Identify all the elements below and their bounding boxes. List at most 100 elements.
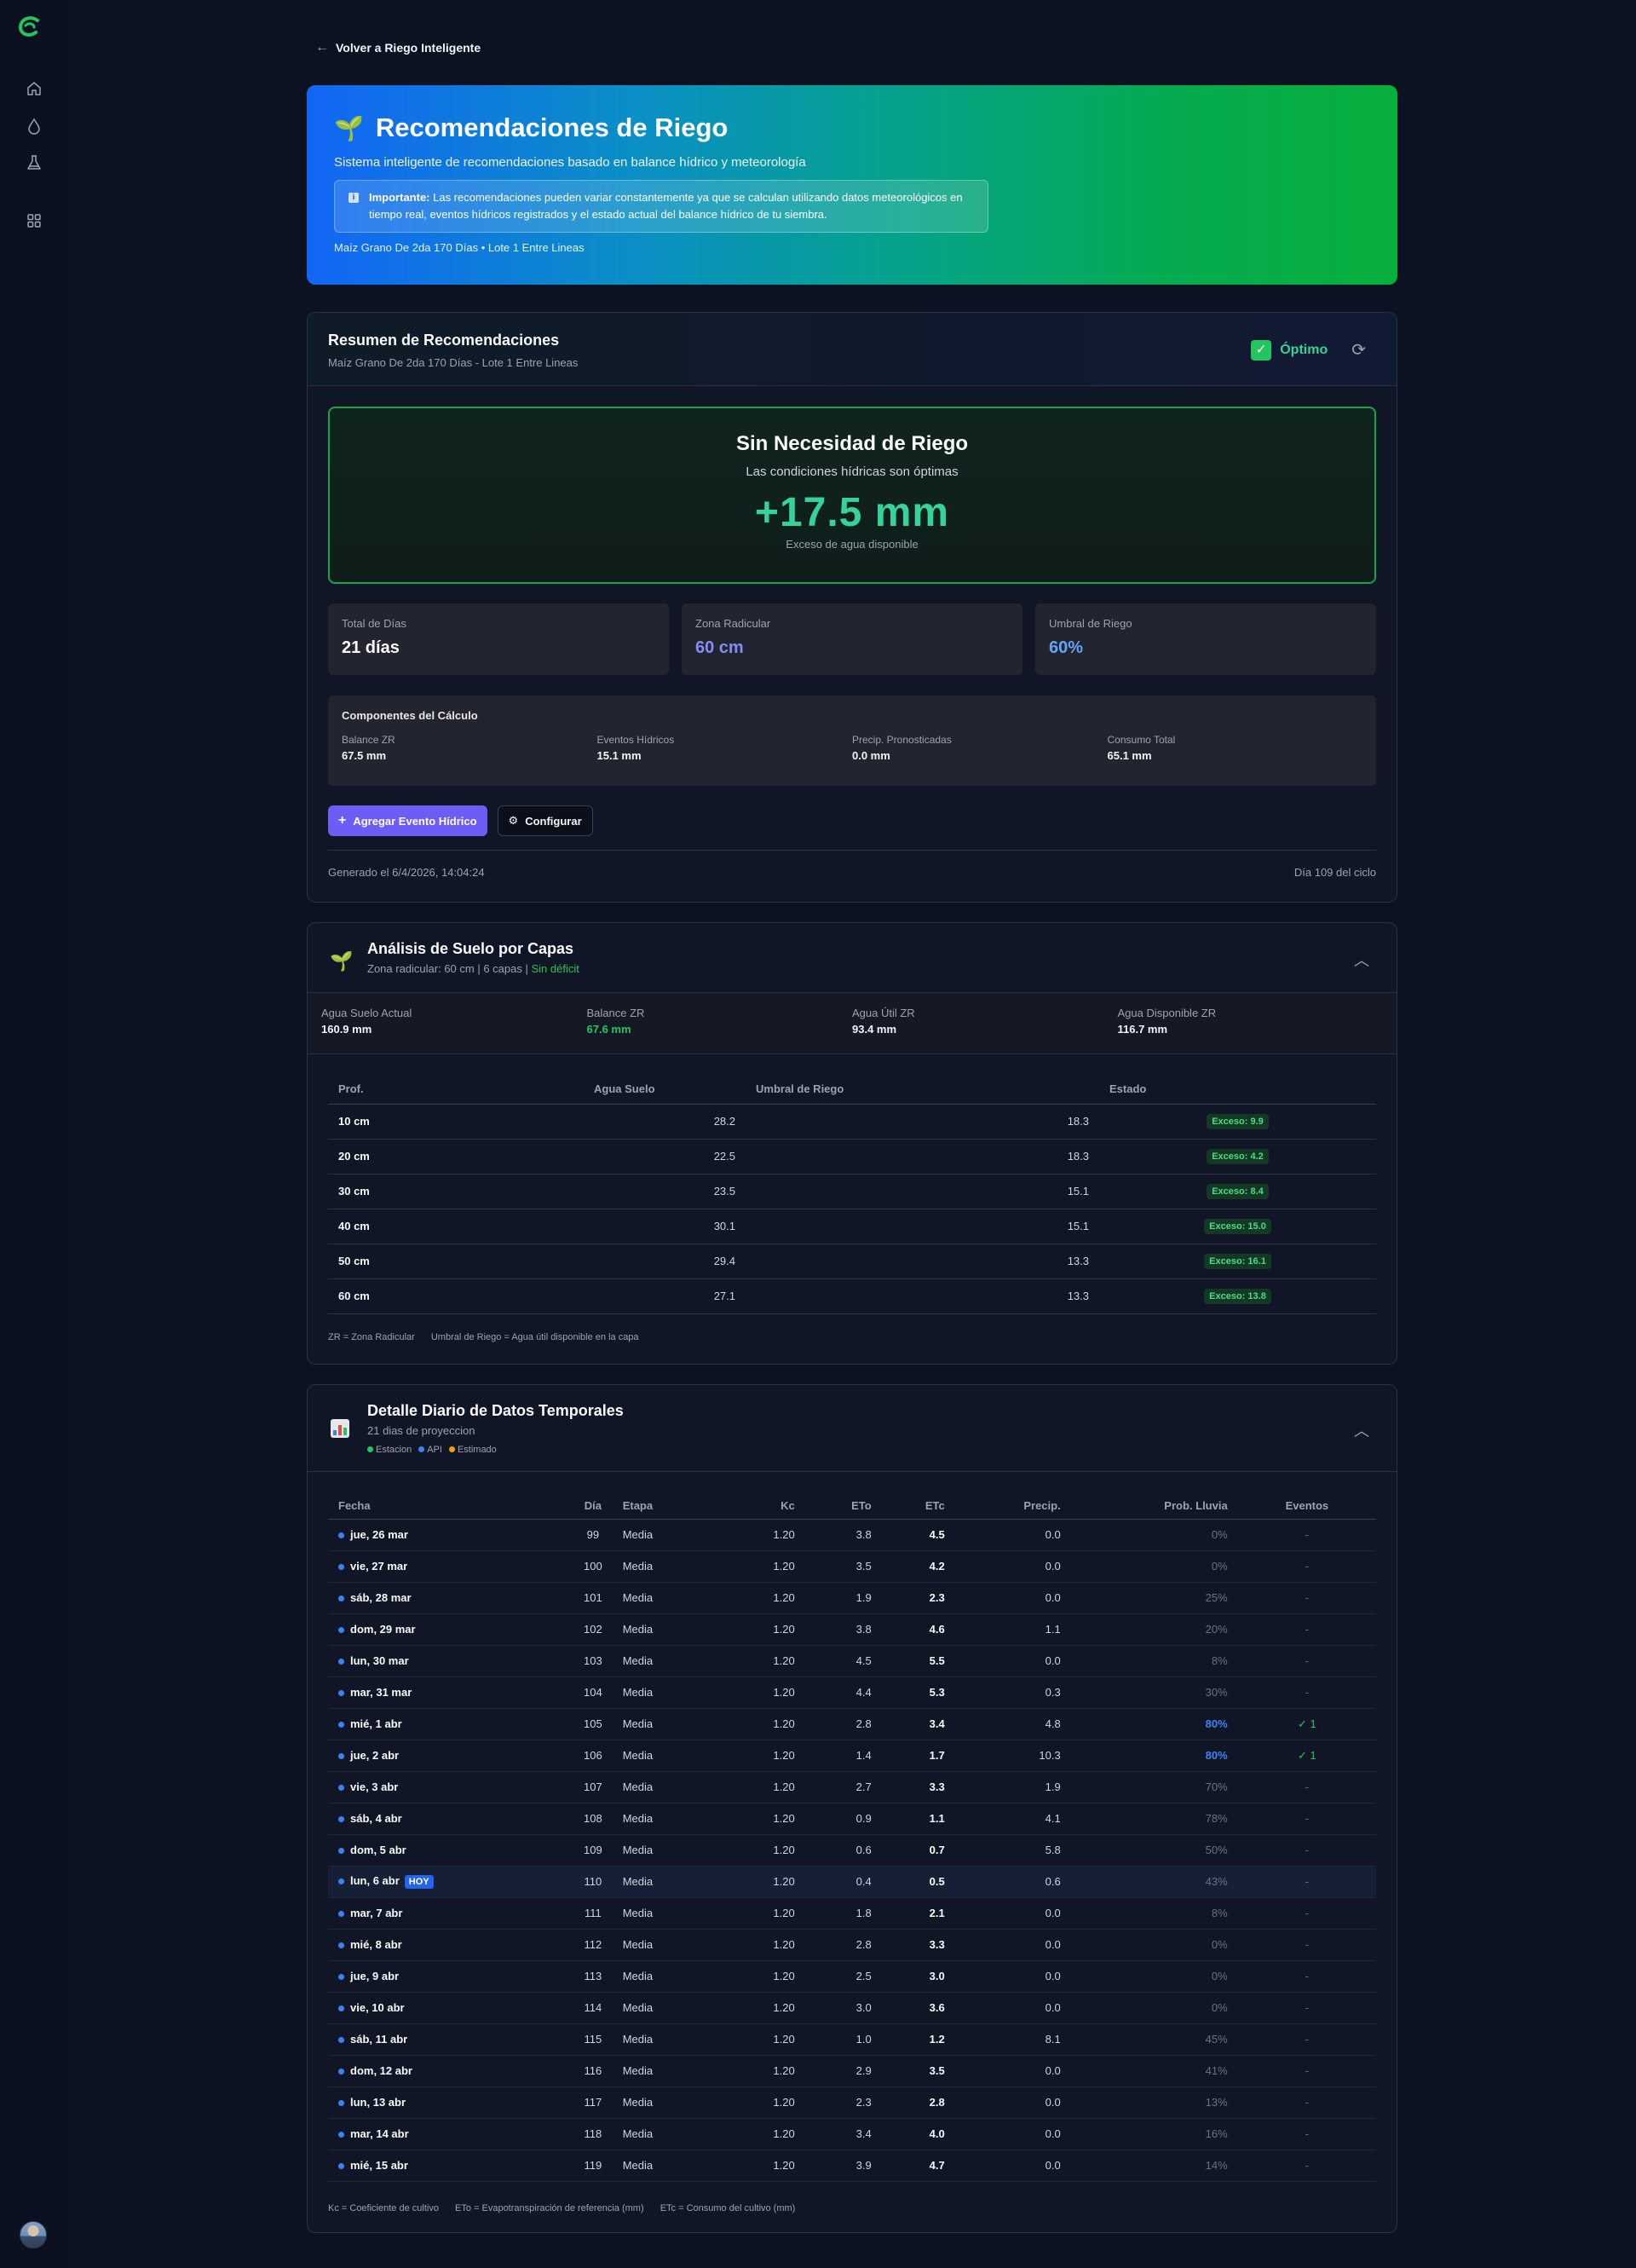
- etc-cell: 0.7: [881, 1834, 955, 1867]
- eto-cell: 1.0: [804, 2023, 882, 2056]
- water-drop-icon[interactable]: [20, 113, 48, 140]
- kc-cell: 1.20: [731, 1929, 805, 1961]
- grid-apps-icon[interactable]: [20, 207, 48, 234]
- etc-cell: 3.3: [881, 1929, 955, 1961]
- table-row: vie, 27 mar 100 Media 1.20 3.5 4.2 0.0 0% -: [328, 1550, 1376, 1583]
- events-cell: -: [1237, 1771, 1376, 1803]
- table-header-row: Fecha Día Etapa Kc ETo ETc Precip. Prob.…: [328, 1493, 1376, 1520]
- calc-label: Eventos Hídricos: [596, 734, 675, 746]
- precip-cell: 1.9: [954, 1771, 1071, 1803]
- metric-label: Agua Disponible ZR: [1117, 1007, 1217, 1019]
- events-cell: -: [1237, 2150, 1376, 2182]
- calc-balance: Balance ZR 67.5 mm: [342, 734, 597, 762]
- rain-prob-cell: 0%: [1070, 1992, 1238, 2024]
- depth-cell: 60 cm: [328, 1278, 584, 1314]
- arrow-left-icon: ←: [315, 40, 329, 55]
- stage-cell: Media: [612, 2055, 732, 2087]
- day-cell: 114: [573, 1992, 613, 2024]
- rain-prob-cell: 0%: [1070, 1929, 1238, 1961]
- eto-cell: 3.8: [804, 1519, 882, 1551]
- date-cell: jue, 2 abr: [328, 1740, 573, 1772]
- app-logo-icon[interactable]: [15, 14, 43, 41]
- legend-label: Estimado: [457, 1445, 497, 1455]
- precip-cell: 0.0: [954, 1550, 1071, 1583]
- precip-cell: 0.3: [954, 1676, 1071, 1709]
- day-cell: 99: [573, 1519, 613, 1551]
- source-dot: [338, 1974, 344, 1981]
- back-link[interactable]: ← Volver a Riego Inteligente: [315, 40, 481, 55]
- date-text: mar, 14 abr: [350, 2127, 409, 2140]
- date-text: dom, 5 abr: [350, 1844, 406, 1856]
- calc-precip: Precip. Pronosticadas 0.0 mm: [852, 734, 1108, 762]
- soil-subtitle: Zona radicular: 60 cm | 6 capas | Sin dé…: [367, 962, 579, 975]
- flask-icon[interactable]: [20, 149, 48, 176]
- legend-note: ETo = Evapotranspiración de referencia (…: [455, 2203, 644, 2213]
- date-cell: lun, 13 abr: [328, 2086, 573, 2119]
- kc-cell: 1.20: [731, 1803, 805, 1835]
- chevron-up-icon[interactable]: ︿: [1354, 949, 1369, 971]
- source-dot: [338, 2037, 344, 2044]
- column-header: Kc: [731, 1493, 805, 1520]
- table-row: lun, 13 abr 117 Media 1.20 2.3 2.8 0.0 13% -: [328, 2086, 1376, 2119]
- result-title: Sin Necesidad de Riego: [735, 432, 969, 455]
- status-badge: Exceso: 16.1: [1204, 1253, 1271, 1269]
- day-cell: 101: [573, 1582, 613, 1614]
- table-row: dom, 5 abr 109 Media 1.20 0.6 0.7 5.8 50% -: [328, 1834, 1376, 1867]
- stat-value: 60 cm: [695, 638, 744, 657]
- day-cell: 115: [573, 2023, 613, 2056]
- table-row: lun, 6 abr HOY 110 Media 1.20 0.4 0.5 0.6 43% -: [328, 1866, 1376, 1898]
- eto-cell: 2.8: [804, 1708, 882, 1740]
- day-cell: 119: [573, 2150, 613, 2182]
- hero-banner: 🌱 Recomendaciones de Riego Sistema intel…: [307, 85, 1397, 285]
- date-cell: mié, 1 abr: [328, 1708, 573, 1740]
- date-cell: dom, 29 mar: [328, 1613, 573, 1646]
- soil-water-cell: 23.5: [584, 1174, 746, 1209]
- rain-prob-cell: 8%: [1070, 1897, 1238, 1930]
- chevron-up-icon[interactable]: ︿: [1354, 1419, 1369, 1441]
- check-icon: ✓: [1251, 339, 1272, 361]
- legend-item: Estimado: [448, 1445, 497, 1455]
- source-dot: [338, 1848, 344, 1855]
- soil-legend: ZR = Zona Radicular Umbral de Riego = Ag…: [328, 1332, 653, 1342]
- add-water-event-button[interactable]: + Agregar Evento Hídrico: [328, 805, 487, 836]
- calc-value: 67.5 mm: [342, 749, 387, 762]
- kc-cell: 1.20: [731, 1613, 805, 1646]
- rain-prob-cell: 70%: [1070, 1771, 1238, 1803]
- etc-cell: 2.3: [881, 1582, 955, 1614]
- eto-cell: 2.5: [804, 1960, 882, 1993]
- date-cell: jue, 26 mar: [328, 1519, 573, 1551]
- refresh-icon[interactable]: ⟳: [1351, 339, 1366, 361]
- events-cell: -: [1237, 1929, 1376, 1961]
- table-row: dom, 29 mar 102 Media 1.20 3.8 4.6 1.1 20% -: [328, 1613, 1376, 1646]
- date-text: mié, 1 abr: [350, 1717, 402, 1730]
- daily-header[interactable]: Detalle Diario de Datos Temporales 21 di…: [308, 1385, 1397, 1472]
- stage-cell: Media: [612, 1992, 732, 2024]
- rain-prob-cell: 0%: [1070, 1519, 1238, 1551]
- column-header: Prof.: [328, 1075, 584, 1105]
- column-header: Prob. Lluvia: [1070, 1493, 1238, 1520]
- table-row: jue, 2 abr 106 Media 1.20 1.4 1.7 10.3 80% ✓ 1: [328, 1740, 1376, 1772]
- source-dot: [338, 1596, 344, 1602]
- eto-cell: 3.0: [804, 1992, 882, 2024]
- table-row: sáb, 4 abr 108 Media 1.20 0.9 1.1 4.1 78% -: [328, 1803, 1376, 1835]
- source-dot: [338, 1785, 344, 1792]
- date-cell: lun, 30 mar: [328, 1645, 573, 1677]
- date-text: mar, 7 abr: [350, 1907, 403, 1919]
- table-row: lun, 30 mar 103 Media 1.20 4.5 5.5 0.0 8% -: [328, 1645, 1376, 1677]
- rain-prob-cell: 25%: [1070, 1582, 1238, 1614]
- configure-button[interactable]: ⚙ Configurar: [497, 805, 593, 836]
- day-cell: 107: [573, 1771, 613, 1803]
- table-row: sáb, 11 abr 115 Media 1.20 1.0 1.2 8.1 45% -: [328, 2023, 1376, 2056]
- etc-cell: 5.5: [881, 1645, 955, 1677]
- etc-cell: 4.2: [881, 1550, 955, 1583]
- stage-cell: Media: [612, 1740, 732, 1772]
- soil-water-cell: 30.1: [584, 1209, 746, 1244]
- status-badge: Exceso: 8.4: [1207, 1183, 1269, 1199]
- user-avatar[interactable]: [20, 2221, 47, 2248]
- day-cell: 110: [573, 1866, 613, 1898]
- home-icon[interactable]: [20, 75, 48, 102]
- table-row: vie, 10 abr 114 Media 1.20 3.0 3.6 0.0 0% -: [328, 1992, 1376, 2024]
- daily-data-table: Fecha Día Etapa Kc ETo ETc Precip. Prob.…: [328, 1493, 1376, 2182]
- date-cell: mar, 14 abr: [328, 2118, 573, 2150]
- soil-header[interactable]: 🌱 Análisis de Suelo por Capas Zona radic…: [308, 923, 1397, 993]
